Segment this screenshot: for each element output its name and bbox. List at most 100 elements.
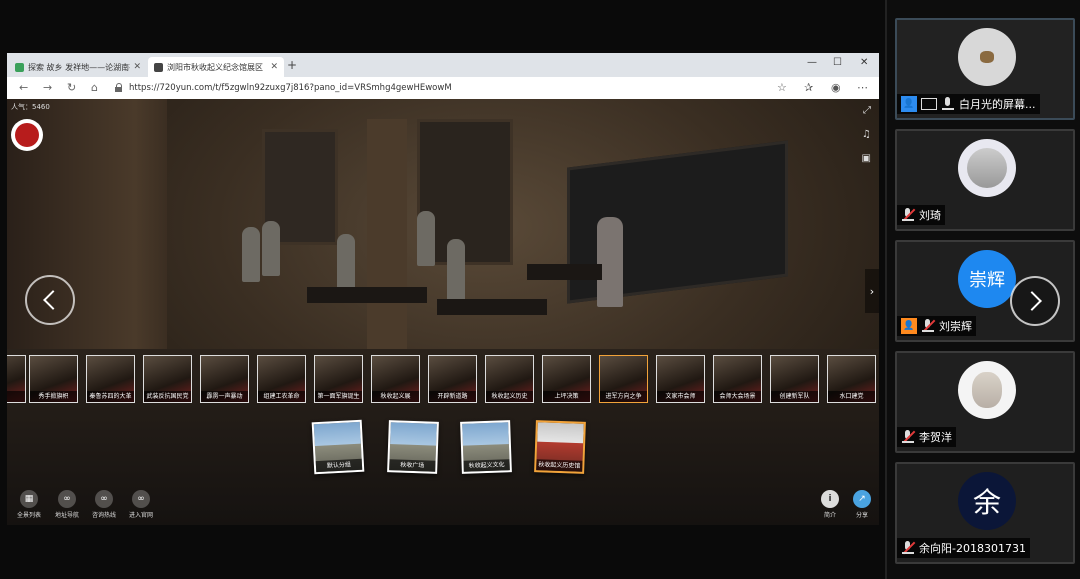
- pano-thumbnail[interactable]: 水口建党: [827, 355, 876, 403]
- scene-figure: [337, 234, 355, 289]
- gyroscope-icon[interactable]: ▣: [862, 153, 871, 164]
- participant-namebar: 👤 白月光的屏幕...: [897, 94, 1040, 114]
- avatar: 余: [958, 472, 1016, 530]
- back-icon[interactable]: ←: [19, 81, 28, 94]
- new-tab-button[interactable]: +: [287, 58, 297, 72]
- link-icon: ∞: [95, 490, 113, 508]
- pano-thumbnail[interactable]: 会师大会场景: [713, 355, 762, 403]
- participant-namebar: 刘琦: [897, 205, 945, 225]
- info-icon: i: [821, 490, 839, 508]
- minimize-button[interactable]: —: [807, 57, 817, 68]
- next-scene-tab[interactable]: ›: [865, 269, 879, 313]
- previous-arrow-button[interactable]: [25, 275, 75, 325]
- participant-tile[interactable]: 👤 白月光的屏幕...: [895, 18, 1075, 120]
- participant-name: 余向阳-2018301731: [919, 542, 1026, 555]
- cohost-icon: 👤: [901, 318, 917, 334]
- tab-inactive[interactable]: 探索 故乡 发祥地——论湖南在中国 ✕: [9, 57, 147, 77]
- share-icon: ↗: [853, 490, 871, 508]
- link-icon: ∞: [58, 490, 76, 508]
- refresh-icon[interactable]: ↻: [67, 81, 76, 94]
- pano-thumbnail[interactable]: 组建工农革命: [257, 355, 306, 403]
- scene-group[interactable]: 秋收广场: [387, 420, 439, 474]
- close-window-button[interactable]: ✕: [860, 57, 868, 68]
- pano-thumbnail[interactable]: 秋收起义展: [371, 355, 420, 403]
- forward-icon[interactable]: →: [43, 81, 52, 94]
- scene-group-strip: 默认分组 秋收广场 秋收起义文化 秋收起义历史馆: [7, 419, 879, 481]
- pano-thumbnail[interactable]: 文家市会师: [656, 355, 705, 403]
- scene-group[interactable]: 默认分组: [311, 419, 365, 475]
- scene-desk: [527, 264, 602, 280]
- favorites-icon[interactable]: ✰: [804, 81, 813, 94]
- hotline-button[interactable]: ∞ 咨询热线: [87, 490, 121, 519]
- profile-icon[interactable]: ◉: [831, 81, 841, 94]
- tab-strip: 探索 故乡 发祥地——论湖南在中国 ✕ 浏阳市秋收起义纪念馆展区 ✕ + — ☐…: [7, 53, 879, 77]
- home-icon[interactable]: ⌂: [91, 81, 98, 94]
- address-bar: ← → ↻ ⌂ https://720yun.com/t/f5zgwln92zu…: [7, 77, 879, 100]
- avatar: [958, 361, 1016, 419]
- link-icon: ∞: [132, 490, 150, 508]
- official-site-button[interactable]: ∞ 进入官网: [124, 490, 158, 519]
- screen-share-icon: [921, 98, 937, 110]
- participant-tile[interactable]: 余 余向阳-2018301731: [895, 462, 1075, 564]
- muted-microphone-icon: [901, 430, 916, 444]
- close-tab-icon[interactable]: ✕: [270, 62, 278, 72]
- participant-namebar: 余向阳-2018301731: [897, 538, 1030, 558]
- shared-screen: 探索 故乡 发祥地——论湖南在中国 ✕ 浏阳市秋收起义纪念馆展区 ✕ + — ☐…: [0, 0, 885, 579]
- participant-name: 白月光的屏幕...: [959, 98, 1036, 111]
- music-icon[interactable]: ♫: [862, 129, 871, 140]
- grid-icon: ▦: [20, 490, 38, 508]
- more-icon[interactable]: ⋯: [857, 81, 868, 94]
- share-button[interactable]: ↗ 分享: [845, 490, 879, 519]
- panorama-view[interactable]: 人气：5460 ⤢ ♫ ▣ › 秀手掀旗帜 秦鲁苏四的大革 武装反抗国民党 霹雳…: [7, 99, 879, 525]
- pano-thumbnail[interactable]: 开辟新道路: [428, 355, 477, 403]
- participant-tile[interactable]: 刘琦: [895, 129, 1075, 231]
- favorite-star-icon[interactable]: ☆: [777, 81, 787, 94]
- pano-thumbnail[interactable]: 创建新军队: [770, 355, 819, 403]
- tab-active[interactable]: 浏阳市秋收起义纪念馆展区 ✕: [148, 57, 284, 77]
- participant-name: 李贺洋: [919, 431, 952, 444]
- scene-desk: [437, 299, 547, 315]
- url-field[interactable]: https://720yun.com/t/f5zgwln92zuxg7j816?…: [115, 79, 745, 96]
- pano-thumbnail[interactable]: [7, 355, 26, 403]
- muted-microphone-icon: [921, 319, 936, 333]
- favicon-icon: [15, 62, 24, 72]
- museum-logo: [11, 119, 43, 151]
- tab-label: 浏阳市秋收起义纪念馆展区: [167, 62, 263, 72]
- participant-namebar: 👤 刘崇辉: [897, 316, 976, 336]
- scene-figure: [262, 221, 280, 276]
- pano-thumbnail[interactable]: 上坪决策: [542, 355, 591, 403]
- microphone-icon: [941, 97, 955, 111]
- scene-figure: [597, 217, 623, 307]
- lock-icon: [115, 83, 123, 92]
- scene-pillar: [367, 119, 407, 349]
- favicon-icon: [154, 62, 163, 72]
- pano-thumbnail[interactable]: 秦鲁苏四的大革: [86, 355, 135, 403]
- url-text: https://720yun.com/t/f5zgwln92zuxg7j816?…: [129, 82, 452, 93]
- muted-microphone-icon: [901, 541, 916, 555]
- scene-figure: [242, 227, 260, 282]
- participant-name: 刘崇辉: [939, 320, 972, 333]
- host-icon: 👤: [901, 96, 917, 112]
- participant-name: 刘琦: [919, 209, 941, 222]
- scene-group[interactable]: 秋收起义文化: [460, 420, 512, 474]
- pano-thumbnail-selected[interactable]: 进军方向之争: [599, 355, 648, 403]
- pano-thumbnail[interactable]: 武装反抗国民党: [143, 355, 192, 403]
- pano-thumbnail[interactable]: 秋收起义历史: [485, 355, 534, 403]
- fullscreen-icon[interactable]: ⤢: [863, 105, 871, 116]
- panorama-list-button[interactable]: ▦ 全景列表: [12, 490, 46, 519]
- participant-namebar: 李贺洋: [897, 427, 956, 447]
- pano-thumbnail[interactable]: 第一面军旗诞生: [314, 355, 363, 403]
- intro-button[interactable]: i 简介: [813, 490, 847, 519]
- participant-tile[interactable]: 李贺洋: [895, 351, 1075, 453]
- scene-figure: [417, 211, 435, 266]
- next-page-arrow-button[interactable]: [1010, 276, 1060, 326]
- close-tab-icon[interactable]: ✕: [133, 62, 141, 72]
- pano-thumbnail[interactable]: 霹雳一声暴动: [200, 355, 249, 403]
- maximize-button[interactable]: ☐: [833, 57, 842, 68]
- pano-thumbnail[interactable]: 秀手掀旗帜: [29, 355, 78, 403]
- scene-desk: [307, 287, 427, 303]
- browser-window: 探索 故乡 发祥地——论湖南在中国 ✕ 浏阳市秋收起义纪念馆展区 ✕ + — ☐…: [7, 53, 879, 525]
- map-navigation-button[interactable]: ∞ 地址导航: [50, 490, 84, 519]
- avatar: [958, 139, 1016, 197]
- scene-group-selected[interactable]: 秋收起义历史馆: [534, 420, 586, 474]
